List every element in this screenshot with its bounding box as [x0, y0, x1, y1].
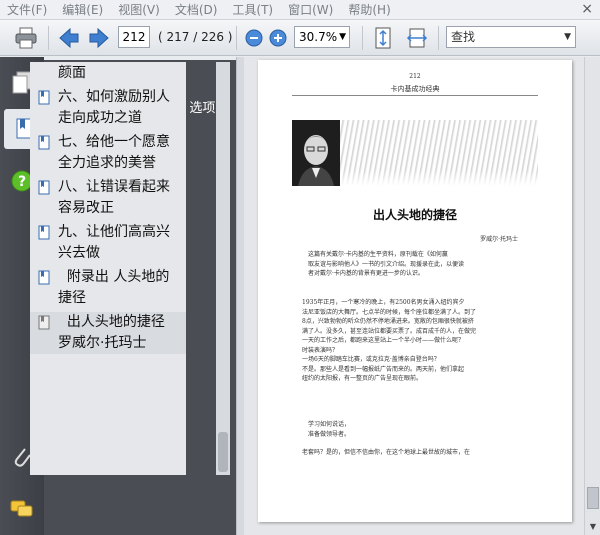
menu-edit[interactable]: 编辑(E): [55, 1, 111, 18]
fit-width-icon[interactable]: [404, 25, 430, 51]
bookmark-item[interactable]: 八、让错误看起来容易改正: [30, 177, 186, 219]
text-line: 一天的工作之后，都跑来这里站上一个半小时——做什么呢？: [302, 337, 465, 344]
bookmark-label: 六、如何激励别人走向成功之道: [58, 89, 170, 126]
bookmark-icon: [38, 180, 50, 202]
scroll-down-icon[interactable]: ▼: [585, 519, 600, 535]
page-number: 212: [409, 73, 421, 80]
comments-icon[interactable]: [6, 493, 38, 525]
bookmark-list: 颜面 六、如何激励别人走向成功之道 七、给他一个愿意全力追求的美誉 八、让错误看…: [30, 62, 186, 475]
text-line: 8点，兴致勃勃的听众仍然不停地涌进来。宽敞的包厢很快就被挤: [302, 318, 474, 325]
text-line: 纽约的太阳报，有一整页的广告呈现在眼前。: [302, 375, 423, 382]
text-line: 这篇有关戴尔·卡内基的生平资料，原刊载在《如何赢: [308, 251, 448, 258]
bookmark-icon: [38, 225, 50, 247]
text-line: 1935年正月，一个寒冷的晚上，有2500名男女涌入纽约宾夕: [302, 299, 465, 306]
zoom-in-icon[interactable]: [268, 28, 288, 48]
text-line: 学习如何说话，: [308, 421, 351, 428]
bookmark-label: 九、让他们高高兴兴去做: [58, 224, 170, 261]
menu-view[interactable]: 视图(V): [111, 1, 168, 18]
text-line: 一场6天的脚踏车比赛，或克拉克·盖博亲自登台吗？: [302, 356, 440, 363]
document-scrollbar[interactable]: ▼: [584, 57, 600, 535]
page-number-input[interactable]: 212: [118, 26, 150, 48]
print-icon[interactable]: [12, 24, 40, 52]
zoom-value: 30.7%: [299, 30, 338, 44]
page-count: ( 217 / 226 ): [158, 30, 233, 44]
chevron-down-icon: ▼: [564, 32, 571, 42]
bookmark-item[interactable]: 六、如何激励别人走向成功之道: [30, 87, 186, 129]
bookmark-label: 颜面: [58, 65, 86, 81]
bookmark-label: 附录出 人头地的捷径: [58, 269, 170, 306]
scrollbar-thumb[interactable]: [587, 487, 599, 509]
quote-block: 学习如何说话， 准备做领导者。: [308, 420, 532, 439]
bookmark-label: 出人头地的捷径 罗威尔·托玛士: [58, 314, 170, 351]
menu-document[interactable]: 文档(D): [168, 1, 226, 18]
header-rule: [292, 95, 538, 96]
bookmark-item[interactable]: 颜面: [30, 63, 186, 84]
bookmark-icon: [38, 315, 50, 337]
text-line: 准备做领导者。: [308, 430, 351, 438]
chapter-title: 出人头地的捷径: [372, 208, 457, 222]
chapter-author: 罗威尔·托玛士: [480, 236, 518, 243]
body-paragraph: 1935年正月，一个寒冷的晚上，有2500名男女涌入纽约宾夕 法尼亚饭店的大舞厅…: [302, 298, 538, 384]
text-line: 法尼亚饭店的大舞厅。七点半的时候，每个座位都坐满了人。到了: [302, 308, 477, 316]
intro-paragraph: 这篇有关戴尔·卡内基的生平资料，原刊载在《如何赢 取友谊与影响他人》一书的引文介…: [308, 250, 532, 279]
bookmark-icon: [38, 135, 50, 157]
close-icon[interactable]: ×: [581, 1, 593, 17]
menu-help[interactable]: 帮助(H): [341, 1, 398, 18]
bookmark-item[interactable]: 附录出 人头地的捷径: [30, 267, 186, 309]
find-input[interactable]: 查找 ▼: [446, 26, 576, 48]
menu-bar: 文件(F) 编辑(E) 视图(V) 文档(D) 工具(T) 窗口(W) 帮助(H…: [0, 0, 600, 20]
menu-tools[interactable]: 工具(T): [225, 1, 281, 18]
bookmark-icon: [38, 270, 50, 292]
fit-page-icon[interactable]: [370, 25, 396, 51]
text-line: 时装表演吗？: [302, 346, 339, 354]
zoom-select[interactable]: 30.7% ▼: [294, 26, 350, 48]
svg-text:?: ?: [18, 174, 26, 190]
author-portrait: [292, 120, 340, 186]
find-placeholder: 查找: [451, 30, 476, 44]
bookmark-icon: [38, 90, 50, 112]
panel-splitter[interactable]: [236, 57, 244, 535]
chevron-down-icon: ▼: [339, 32, 346, 42]
document-page: 212 卡内基成功经典 出人头地的捷径 罗威尔·托玛士 这篇有关戴尔·卡内基的生…: [258, 60, 572, 522]
previous-page-icon[interactable]: [56, 24, 82, 52]
text-line: 者对戴尔·卡内基的背景有更进一步的认识。: [308, 270, 424, 277]
bookmark-label: 八、让错误看起来容易改正: [58, 179, 170, 216]
toolbar: 212 ( 217 / 226 ) 30.7% ▼ 查找 ▼: [0, 20, 600, 56]
bookmark-label: 七、给他一个愿意全力追求的美誉: [58, 134, 170, 171]
bookmark-item[interactable]: 七、给他一个愿意全力追求的美誉: [30, 132, 186, 174]
bookmark-item-selected[interactable]: 出人头地的捷径 罗威尔·托玛士: [30, 312, 186, 354]
running-header: 卡内基成功经典: [390, 85, 440, 93]
bookmark-scrollbar[interactable]: [216, 62, 230, 475]
bookmark-item[interactable]: 九、让他们高高兴兴去做: [30, 222, 186, 264]
text-line: 满了人。没多久，甚至连站位都要买票了。成百成千的人，在做完: [302, 327, 477, 335]
text-line: 老套吗？是的，但信不信由你，在这个地球上最世故的城市，在: [302, 449, 471, 456]
next-page-icon[interactable]: [86, 24, 112, 52]
text-line: 取友谊与影响他人》一书的引文介绍。现援录在此，以便读: [308, 260, 465, 268]
menu-window[interactable]: 窗口(W): [281, 1, 341, 18]
scrollbar-thumb[interactable]: [218, 432, 228, 472]
text-line: 不是。那些人是看到一幅报纸广告而来的。两天前，他们拿起: [302, 365, 465, 373]
menu-file[interactable]: 文件(F): [0, 1, 55, 18]
zoom-out-icon[interactable]: [244, 28, 264, 48]
body-paragraph: 老套吗？是的，但信不信由你，在这个地球上最世故的城市，在: [302, 448, 538, 458]
